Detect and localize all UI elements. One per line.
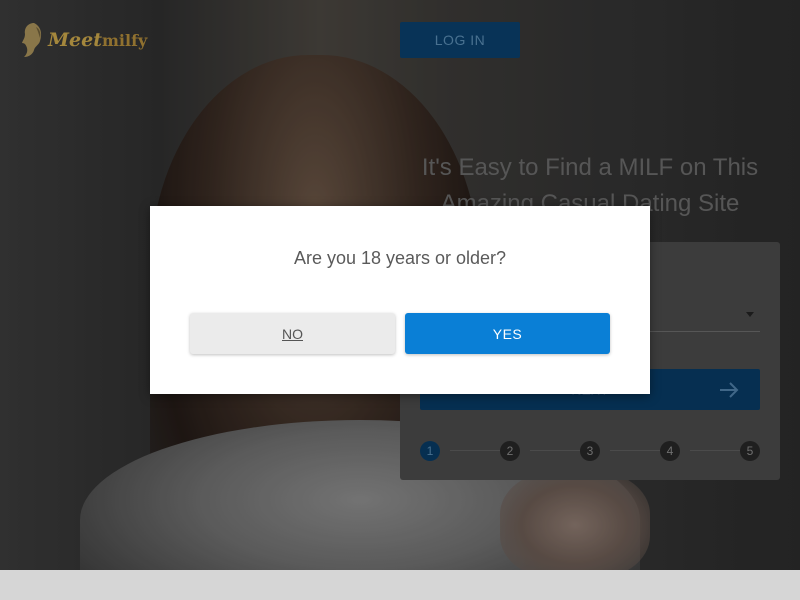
yes-button[interactable]: YES [405,313,610,354]
age-question: Are you 18 years or older? [293,248,507,268]
age-verification-modal: Are you 18 years or older? NO YES [150,206,650,394]
no-button[interactable]: NO [190,313,395,354]
footer-strip [0,570,800,600]
